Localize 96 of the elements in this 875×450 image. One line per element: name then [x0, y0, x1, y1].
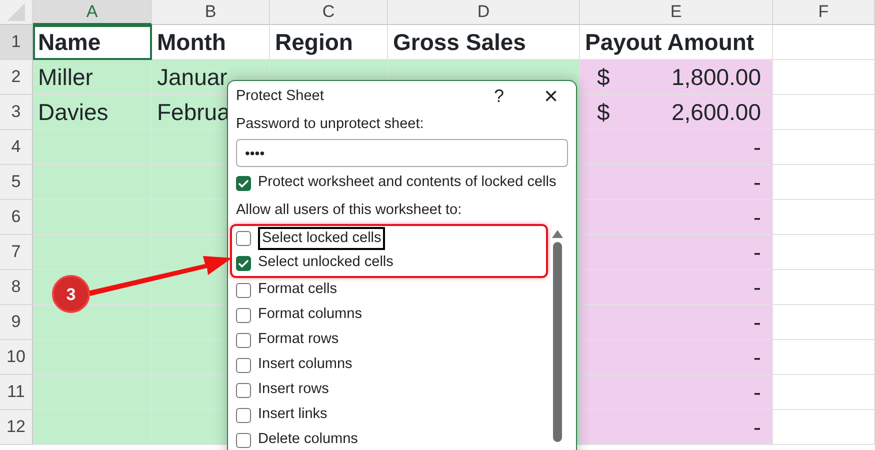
close-button[interactable]: ×: [544, 78, 558, 114]
table-cell[interactable]: -: [580, 410, 773, 445]
table-cell[interactable]: Gross Sales: [388, 25, 580, 60]
allow-label: Allow all users of this worksheet to:: [235, 200, 463, 220]
table-cell[interactable]: [773, 25, 875, 60]
cell-amount: -: [753, 272, 761, 302]
cell-amount: -: [753, 342, 761, 372]
table-cell[interactable]: [773, 305, 875, 340]
table-cell[interactable]: Region: [270, 25, 388, 60]
table-cell[interactable]: Month: [152, 25, 270, 60]
cell-amount: -: [753, 238, 761, 267]
cell-amount: -: [753, 378, 761, 407]
table-cell[interactable]: [33, 375, 152, 410]
row-header[interactable]: 10: [0, 340, 33, 375]
table-cell[interactable]: -: [580, 130, 773, 165]
table-cell[interactable]: [33, 340, 152, 375]
currency-symbol: $: [597, 62, 610, 92]
table-cell[interactable]: [773, 235, 875, 270]
table-cell[interactable]: [773, 340, 875, 375]
checkbox[interactable]: [236, 176, 251, 191]
table-cell[interactable]: Davies: [33, 95, 152, 130]
table-cell[interactable]: [33, 410, 152, 445]
checkbox[interactable]: [236, 358, 251, 372]
table-cell[interactable]: -: [580, 340, 773, 375]
table-cell[interactable]: Miller: [33, 60, 152, 95]
cell-amount: 1,800.00: [671, 62, 761, 92]
row-header[interactable]: 11: [0, 375, 33, 410]
row-header[interactable]: 8: [0, 270, 33, 305]
table-cell[interactable]: [33, 305, 152, 340]
table-cell[interactable]: [773, 95, 875, 130]
row-header[interactable]: 9: [0, 305, 33, 340]
scroll-up-icon[interactable]: [552, 230, 562, 238]
row-header[interactable]: 5: [0, 165, 33, 200]
cell-amount: 2,600.00: [671, 98, 761, 127]
row-header[interactable]: 3: [0, 95, 33, 130]
checkbox[interactable]: [236, 256, 251, 270]
checkbox-label: Delete columns: [258, 430, 358, 450]
table-cell[interactable]: -: [580, 270, 773, 305]
row-header[interactable]: 4: [0, 130, 33, 165]
cell-amount: -: [753, 168, 761, 197]
table-cell[interactable]: $ 2,600.00: [580, 95, 773, 130]
table-cell[interactable]: [773, 60, 875, 95]
table-cell[interactable]: [33, 165, 152, 200]
checkbox[interactable]: [236, 308, 251, 322]
scrollbar-thumb[interactable]: [552, 242, 562, 442]
table-cell[interactable]: [773, 130, 875, 165]
table-cell[interactable]: -: [580, 375, 773, 410]
table-cell[interactable]: -: [580, 165, 773, 200]
table-cell[interactable]: [33, 235, 152, 270]
cell-amount: -: [753, 412, 761, 442]
checkbox-label: Format cells: [258, 280, 337, 300]
checkbox[interactable]: [236, 408, 251, 422]
table-cell[interactable]: [773, 375, 875, 410]
step-badge: 3: [52, 275, 90, 313]
table-cell[interactable]: -: [580, 235, 773, 270]
table-cell[interactable]: [773, 270, 875, 305]
table-cell[interactable]: [773, 200, 875, 235]
checkbox[interactable]: [236, 432, 251, 448]
checkbox-label: Insert rows: [258, 380, 329, 400]
table-cell[interactable]: $ 1,800.00: [580, 60, 773, 95]
currency-symbol: $: [597, 98, 610, 127]
column-header[interactable]: A: [33, 0, 152, 25]
column-header[interactable]: D: [388, 0, 580, 25]
column-header[interactable]: E: [580, 0, 773, 25]
checkbox-label: Format columns: [258, 305, 362, 324]
checkbox[interactable]: [236, 382, 251, 398]
cell-amount: -: [753, 308, 761, 337]
checkbox[interactable]: [236, 230, 251, 246]
checkbox[interactable]: [236, 332, 251, 348]
row-header[interactable]: 7: [0, 235, 33, 270]
checkbox-label: Select locked cells: [258, 226, 386, 250]
table-cell[interactable]: [33, 130, 152, 165]
row-header[interactable]: 12: [0, 410, 33, 445]
checkbox[interactable]: [236, 282, 251, 298]
table-cell[interactable]: [773, 410, 875, 445]
row-header[interactable]: 6: [0, 200, 33, 235]
help-button[interactable]: ?: [494, 83, 504, 110]
password-field[interactable]: ••••: [236, 138, 568, 167]
checkbox-label: Insert links: [258, 405, 328, 424]
column-header[interactable]: B: [152, 0, 270, 25]
cell-amount: -: [753, 132, 761, 162]
table-cell[interactable]: Payout Amount: [580, 25, 773, 60]
row-header[interactable]: 2: [0, 60, 33, 95]
checkbox-label: Insert columns: [258, 355, 352, 374]
column-header[interactable]: F: [773, 0, 875, 25]
checkbox-label: Format rows: [258, 330, 339, 350]
column-header[interactable]: C: [270, 0, 388, 25]
checkbox-label: Select unlocked cells: [258, 253, 394, 272]
cell-amount: -: [753, 202, 761, 232]
table-cell[interactable]: -: [580, 200, 773, 235]
table-cell[interactable]: [33, 200, 152, 235]
checkbox-label: Protect worksheet and contents of locked cells: [258, 173, 556, 192]
table-cell[interactable]: [773, 165, 875, 200]
table-cell[interactable]: Name: [33, 25, 152, 60]
table-cell[interactable]: -: [580, 305, 773, 340]
row-header[interactable]: 1: [0, 25, 33, 60]
